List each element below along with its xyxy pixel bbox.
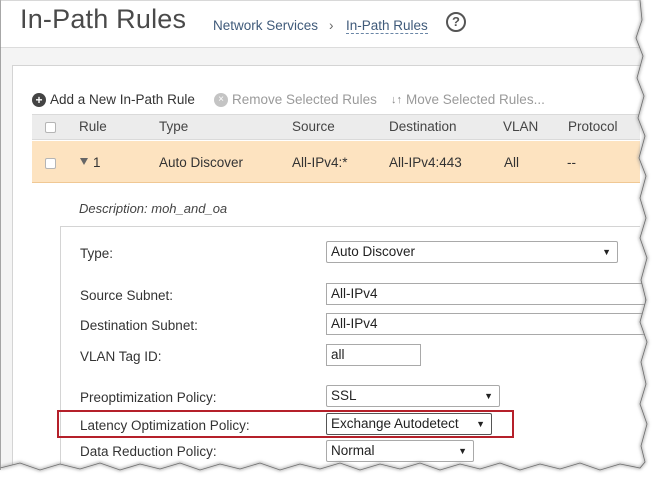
type-select-value: Auto Discover: [331, 244, 416, 259]
vlan-tag-label: VLAN Tag ID:: [80, 349, 162, 364]
column-destination: Destination: [389, 119, 457, 134]
type-select[interactable]: Auto Discover ▼: [326, 241, 618, 263]
data-reduction-value: Normal: [331, 443, 375, 458]
breadcrumb-separator: ›: [329, 18, 334, 33]
source-subnet-field[interactable]: All-IPv4: [326, 283, 646, 305]
table-row[interactable]: 1 Auto Discover All-IPv4:* All-IPv4:443 …: [32, 141, 640, 183]
table-header: Rule Type Source Destination VLAN Protoc…: [32, 114, 640, 140]
row-rule: 1: [93, 155, 101, 170]
page-header: In-Path Rules Network Services › In-Path…: [0, 0, 640, 48]
row-vlan: All: [504, 155, 520, 170]
data-reduction-label: Data Reduction Policy:: [80, 444, 217, 459]
chevron-down-icon: ▼: [484, 391, 493, 401]
chevron-down-icon: ▼: [458, 446, 467, 456]
plus-circle-icon: +: [32, 92, 46, 107]
source-subnet-label: Source Subnet:: [80, 288, 174, 303]
data-reduction-select[interactable]: Normal ▼: [326, 440, 474, 462]
preopt-policy-select[interactable]: SSL ▼: [326, 385, 500, 407]
column-type: Type: [159, 119, 189, 134]
help-icon[interactable]: ?: [446, 12, 466, 32]
vlan-tag-field[interactable]: all: [326, 344, 421, 366]
row-type: Auto Discover: [159, 155, 244, 170]
page-title: In-Path Rules: [20, 4, 187, 34]
add-rule-label: Add a New In-Path Rule: [50, 92, 195, 107]
chevron-down-icon: ▼: [602, 247, 611, 257]
breadcrumb-network-services[interactable]: Network Services: [213, 18, 318, 33]
column-source: Source: [292, 119, 335, 134]
preopt-policy-label: Preoptimization Policy:: [80, 390, 217, 405]
breadcrumb-in-path-rules[interactable]: In-Path Rules: [346, 18, 428, 34]
dest-subnet-field[interactable]: All-IPv4: [326, 313, 646, 335]
row-source: All-IPv4:*: [292, 155, 348, 170]
preopt-policy-value: SSL: [331, 388, 357, 403]
dest-subnet-label: Destination Subnet:: [80, 318, 198, 333]
add-rule-button[interactable]: + Add a New In-Path Rule: [32, 92, 195, 107]
rule-description: Description: moh_and_oa: [79, 201, 228, 216]
remove-circle-icon: ×: [214, 92, 228, 107]
column-rule: Rule: [79, 119, 107, 134]
move-rules-button[interactable]: ↓↑ Move Selected Rules...: [391, 92, 545, 107]
collapse-triangle-icon[interactable]: [80, 158, 88, 165]
row-checkbox[interactable]: [45, 158, 56, 169]
screenshot-frame: In-Path Rules Network Services › In-Path…: [0, 0, 652, 477]
select-all-checkbox[interactable]: [45, 122, 56, 133]
column-vlan: VLAN: [503, 119, 539, 134]
callout-highlight-box: [57, 410, 514, 438]
remove-rules-label: Remove Selected Rules: [232, 92, 377, 107]
remove-rules-button[interactable]: × Remove Selected Rules: [214, 92, 377, 107]
row-destination: All-IPv4:443: [389, 155, 462, 170]
row-protocol: --: [567, 155, 576, 170]
move-arrows-icon: ↓↑: [391, 93, 402, 106]
move-rules-label: Move Selected Rules...: [406, 92, 545, 107]
column-protocol: Protocol: [568, 119, 618, 134]
type-label: Type:: [80, 246, 114, 261]
